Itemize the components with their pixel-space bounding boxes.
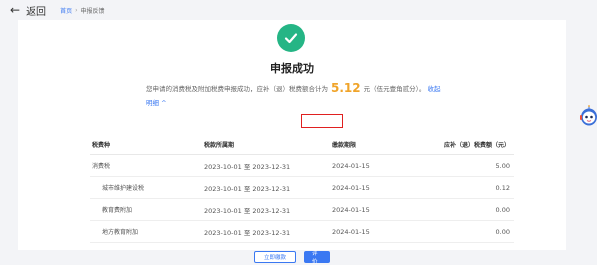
success-check-icon (277, 24, 305, 52)
pay-now-button[interactable]: 立即缴款 (254, 251, 296, 263)
header-amount: 应补（退）税费额（元） (443, 141, 510, 149)
assistant-robot-icon[interactable] (577, 105, 597, 127)
table-header: 税费种 税款所属期 缴款期限 应补（退）税费额（元） (90, 134, 514, 155)
cell-deadline: 2024-01-15 (332, 161, 370, 170)
cell-deadline: 2024-01-15 (332, 183, 370, 192)
summary-prefix: 您申请的消费税及附加税费申报成功，应补（退）税费额合计为 (146, 85, 328, 93)
breadcrumb: 首页 › 申报反馈 (60, 6, 104, 15)
cell-tax-type: 地方教育附加 (102, 229, 139, 236)
arrow-left-icon: ← (10, 3, 21, 17)
cell-tax-type: 教育费附加 (102, 207, 133, 214)
total-amount: 5.12 (331, 81, 361, 95)
cell-tax-type: 城市维护建设税 (102, 185, 145, 192)
back-label: 返回 (26, 6, 47, 18)
cell-deadline: 2024-01-15 (332, 205, 370, 214)
header-period: 税款所属期 (204, 141, 235, 149)
table-row: 教育费附加 2023-10-01 至 2023-12-31 2024-01-15… (90, 199, 514, 221)
action-bar: 立即缴款 评价 (18, 251, 566, 265)
summary-suffix: 元（伍元壹角贰分）。 (363, 85, 426, 93)
highlight-annotation (301, 114, 343, 128)
cell-period: 2023-10-01 至 2023-12-31 (204, 206, 291, 215)
header-deadline: 缴款期限 (332, 141, 357, 149)
table-row: 消费税 2023-10-01 至 2023-12-31 2024-01-15 5… (90, 155, 514, 177)
cell-amount: 0.00 (495, 227, 510, 236)
cell-deadline: 2024-01-15 (332, 227, 370, 236)
result-card: 申报成功 您申请的消费税及附加税费申报成功，应补（退）税费额合计为 5.12 元（伍… (18, 20, 566, 265)
breadcrumb-home[interactable]: 首页 (60, 6, 72, 15)
chevron-up-icon: ^ (161, 99, 167, 107)
breadcrumb-separator: › (75, 6, 78, 14)
back-button[interactable]: ← 返回 (10, 3, 46, 18)
cell-period: 2023-10-01 至 2023-12-31 (204, 162, 291, 171)
cell-period: 2023-10-01 至 2023-12-31 (204, 228, 291, 237)
cell-period: 2023-10-01 至 2023-12-31 (204, 184, 291, 193)
breadcrumb-current: 申报反馈 (80, 7, 105, 15)
rate-button[interactable]: 评价 (304, 251, 330, 265)
result-summary: 您申请的消费税及附加税费申报成功，应补（退）税费额合计为 5.12 元（伍元壹角贰分… (146, 81, 446, 110)
cell-amount: 5.00 (495, 161, 510, 170)
cell-tax-type: 消费税 (92, 163, 111, 170)
tax-detail-table: 税费种 税款所属期 缴款期限 应补（退）税费额（元） 消费税 2023-10-0… (90, 134, 514, 243)
header-tax-type: 税费种 (92, 141, 111, 149)
cell-amount: 0.12 (495, 183, 510, 192)
cell-amount: 0.00 (495, 205, 510, 214)
table-row: 地方教育附加 2023-10-01 至 2023-12-31 2024-01-1… (90, 221, 514, 243)
page-title: 申报成功 (270, 62, 314, 75)
top-bar: ← 返回 首页 › 申报反馈 (0, 0, 597, 20)
table-row: 城市维护建设税 2023-10-01 至 2023-12-31 2024-01-… (90, 177, 514, 199)
